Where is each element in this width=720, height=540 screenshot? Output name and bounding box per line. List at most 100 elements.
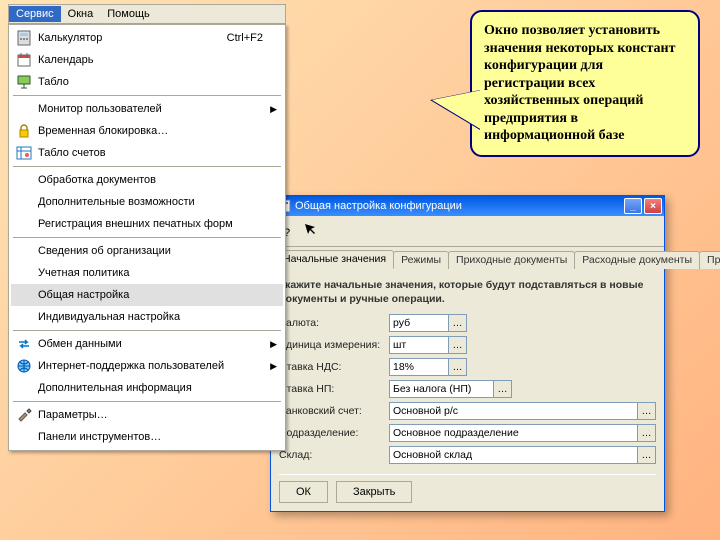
vat-label: Ставка НДС: — [279, 361, 389, 373]
menu-item[interactable]: Интернет-поддержка пользователей ▶ — [11, 355, 283, 377]
menu-item-label: Индивидуальная настройка — [38, 311, 180, 323]
callout-tooltip: Окно позволяет установить значения некот… — [470, 10, 700, 157]
dept-label: Подразделение: — [279, 427, 389, 439]
callout-text: Окно позволяет установить значения некот… — [484, 23, 676, 143]
dialog-button-row: ОК Закрыть — [279, 474, 656, 503]
ok-button[interactable]: ОК — [279, 481, 328, 503]
close-button[interactable]: × — [644, 198, 662, 214]
row-np: Ставка НП: … — [279, 380, 656, 398]
menu-item[interactable]: Табло счетов — [11, 142, 283, 164]
menu-separator — [13, 166, 281, 167]
lock-icon — [14, 123, 34, 139]
account-browse-button[interactable]: … — [638, 402, 656, 420]
row-vat: Ставка НДС: … — [279, 358, 656, 376]
submenu-arrow-icon: ▶ — [270, 339, 277, 350]
vat-browse-button[interactable]: … — [449, 358, 467, 376]
menu-separator — [13, 330, 281, 331]
dept-browse-button[interactable]: … — [638, 424, 656, 442]
dialog-panel: Укажите начальные значения, которые буду… — [271, 269, 664, 511]
whatsthis-icon[interactable] — [300, 220, 320, 238]
dialog-title: Общая настройка конфигурации — [295, 200, 462, 212]
dialog-toolbar: ? — [271, 216, 664, 247]
tab-other[interactable]: Прочее — [699, 251, 720, 269]
currency-browse-button[interactable]: … — [449, 314, 467, 332]
menu-item[interactable]: Параметры… — [11, 404, 283, 426]
menubar-item-windows[interactable]: Окна — [61, 6, 101, 22]
blank-icon — [14, 216, 34, 232]
menu-item-label: Параметры… — [38, 409, 108, 421]
dropdown-menu: Калькулятор Ctrl+F2 Календарь Табло Монитор … — [8, 24, 286, 451]
params-icon — [14, 407, 34, 423]
menu-item[interactable]: Временная блокировка… — [11, 120, 283, 142]
menu-item[interactable]: Регистрация внешних печатных форм — [11, 213, 283, 235]
menu-shortcut: Ctrl+F2 — [227, 32, 263, 44]
tab-expense-docs[interactable]: Расходные документы — [574, 251, 700, 269]
wh-browse-button[interactable]: … — [638, 446, 656, 464]
menu-item-label: Обмен данными — [38, 338, 122, 350]
unit-browse-button[interactable]: … — [449, 336, 467, 354]
tab-income-docs[interactable]: Приходные документы — [448, 251, 575, 269]
currency-input[interactable] — [389, 314, 449, 332]
row-warehouse: Склад: … — [279, 446, 656, 464]
np-browse-button[interactable]: … — [494, 380, 512, 398]
menu-item-label: Панели инструментов… — [38, 431, 161, 443]
menu-item[interactable]: Панели инструментов… — [11, 426, 283, 448]
menu-item-label: Временная блокировка… — [38, 125, 168, 137]
blank-icon — [14, 101, 34, 117]
menubar: Сервис Окна Помощь — [8, 4, 286, 24]
submenu-arrow-icon: ▶ — [270, 104, 277, 115]
menu-item-label: Табло счетов — [38, 147, 106, 159]
menu-item[interactable]: Учетная политика — [11, 262, 283, 284]
menubar-item-service[interactable]: Сервис — [9, 6, 61, 22]
account-label: Банковский счет: — [279, 405, 389, 417]
np-input[interactable] — [389, 380, 494, 398]
menu-item-label: Интернет-поддержка пользователей — [38, 360, 224, 372]
menu-item[interactable]: Общая настройка — [11, 284, 283, 306]
tab-modes[interactable]: Режимы — [393, 251, 449, 269]
currency-label: Валюта: — [279, 317, 389, 329]
wh-input[interactable] — [389, 446, 638, 464]
panel-hint: Укажите начальные значения, которые буду… — [279, 279, 656, 306]
menu-item-label: Обработка документов — [38, 174, 156, 186]
account-input[interactable] — [389, 402, 638, 420]
menu-item-label: Календарь — [38, 54, 94, 66]
internet-icon — [14, 358, 34, 374]
menu-item-label: Табло — [38, 76, 69, 88]
row-account: Банковский счет: … — [279, 402, 656, 420]
tab-initial[interactable]: Начальные значения — [275, 250, 394, 269]
menu-item[interactable]: Дополнительная информация — [11, 377, 283, 399]
minimize-button[interactable]: _ — [624, 198, 642, 214]
menubar-item-help[interactable]: Помощь — [100, 6, 157, 22]
dept-input[interactable] — [389, 424, 638, 442]
blank-icon — [14, 265, 34, 281]
menu-item-label: Учетная политика — [38, 267, 129, 279]
menu-item[interactable]: Календарь — [11, 49, 283, 71]
close-dialog-button[interactable]: Закрыть — [336, 481, 412, 503]
unit-input[interactable] — [389, 336, 449, 354]
accounts-icon — [14, 145, 34, 161]
menu-item-label: Сведения об организации — [38, 245, 171, 257]
config-dialog: Общая настройка конфигурации _ × ? Начал… — [270, 195, 665, 512]
blank-icon — [14, 243, 34, 259]
blank-icon — [14, 172, 34, 188]
menu-item[interactable]: Обработка документов — [11, 169, 283, 191]
blank-icon — [14, 429, 34, 445]
menu-item[interactable]: Калькулятор Ctrl+F2 — [11, 27, 283, 49]
tab-bar: Начальные значения Режимы Приходные доку… — [271, 247, 664, 269]
menu-item[interactable]: Сведения об организации — [11, 240, 283, 262]
menu-item[interactable]: Индивидуальная настройка — [11, 306, 283, 328]
vat-input[interactable] — [389, 358, 449, 376]
submenu-arrow-icon: ▶ — [270, 361, 277, 372]
menu-item[interactable]: Монитор пользователей▶ — [11, 98, 283, 120]
menu-item[interactable]: Дополнительные возможности — [11, 191, 283, 213]
board-icon — [14, 74, 34, 90]
titlebar: Общая настройка конфигурации _ × — [271, 196, 664, 216]
wh-label: Склад: — [279, 449, 389, 461]
menu-item[interactable]: Табло — [11, 71, 283, 93]
row-unit: Единица измерения: … — [279, 336, 656, 354]
np-label: Ставка НП: — [279, 383, 389, 395]
menu-item-label: Калькулятор — [38, 32, 102, 44]
calc-icon — [14, 30, 34, 46]
menu-item[interactable]: Обмен данными ▶ — [11, 333, 283, 355]
menu-area: Сервис Окна Помощь КалькуляторCtrl+F2Кал… — [8, 4, 286, 451]
